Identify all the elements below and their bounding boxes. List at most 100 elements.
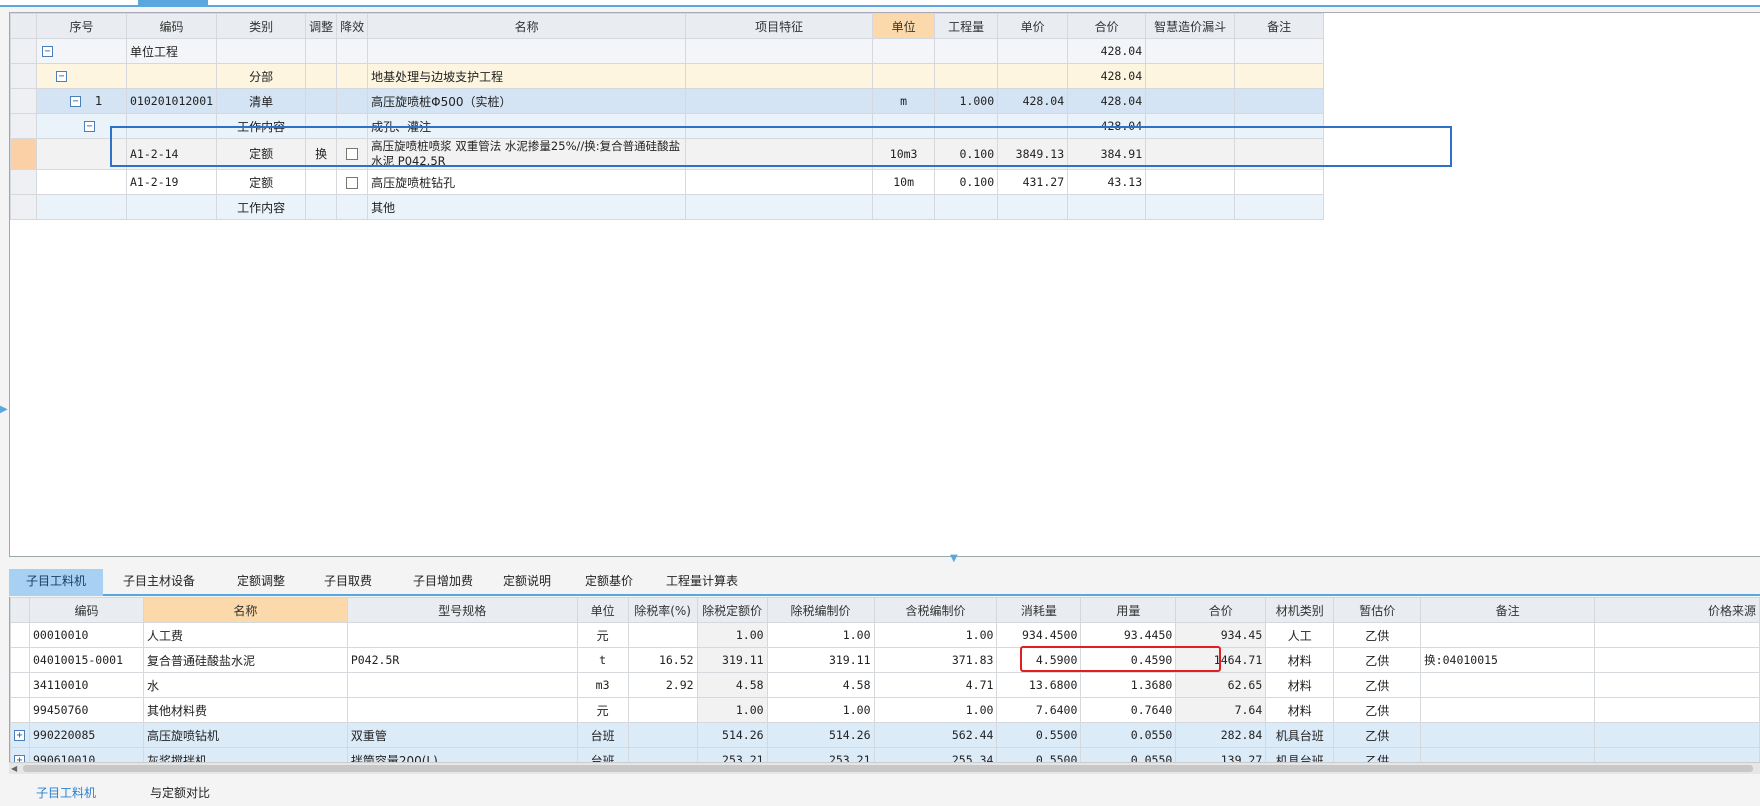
col-header-unit[interactable]: 单位 bbox=[872, 13, 936, 39]
compiled-price-cell[interactable]: 253.21 bbox=[766, 747, 875, 762]
quantity-cell[interactable] bbox=[934, 194, 999, 220]
price-source-cell[interactable] bbox=[1594, 747, 1760, 762]
bottom-tab-quota-compare[interactable]: 与定额对比 bbox=[150, 784, 210, 801]
code-cell[interactable]: 34110010 bbox=[28, 672, 144, 698]
type-cell[interactable]: 工作内容 bbox=[216, 194, 307, 220]
name-cell[interactable]: 成孔、灌注 bbox=[367, 113, 687, 139]
adjust-cell[interactable] bbox=[305, 194, 338, 220]
row-header[interactable]: + bbox=[10, 747, 30, 762]
col-header-feature[interactable]: 项目特征 bbox=[685, 13, 874, 39]
tax-included-price-cell[interactable]: 562.44 bbox=[873, 722, 998, 748]
feature-cell[interactable] bbox=[685, 169, 874, 195]
total-cell[interactable]: 139.27 bbox=[1175, 747, 1267, 762]
note-cell[interactable] bbox=[1420, 747, 1596, 762]
estimate-cell[interactable]: 乙供 bbox=[1333, 697, 1422, 723]
col-header-note[interactable]: 备注 bbox=[1420, 597, 1596, 623]
price-source-cell[interactable] bbox=[1594, 622, 1760, 648]
code-cell[interactable]: 单位工程 bbox=[125, 38, 218, 64]
total-cell[interactable]: 934.45 bbox=[1175, 622, 1267, 648]
usage-cell[interactable]: 0.7640 bbox=[1080, 697, 1177, 723]
name-cell[interactable]: 水 bbox=[142, 672, 348, 698]
col-header-code[interactable]: 编码 bbox=[28, 597, 144, 623]
col-header-total[interactable]: 合价 bbox=[1067, 13, 1147, 39]
usage-cell[interactable]: 0.4590 bbox=[1080, 647, 1177, 673]
name-cell[interactable]: 复合普通硅酸盐水泥 bbox=[142, 647, 348, 673]
price-source-cell[interactable] bbox=[1594, 672, 1760, 698]
code-cell[interactable]: A1-2-19 bbox=[125, 169, 218, 195]
col-header-funnel[interactable]: 智慧造价漏斗 bbox=[1145, 13, 1236, 39]
price-source-cell[interactable] bbox=[1594, 647, 1760, 673]
row-header[interactable] bbox=[10, 88, 37, 114]
expand-icon[interactable]: + bbox=[14, 730, 25, 741]
category-cell[interactable]: 材料 bbox=[1265, 647, 1335, 673]
total-cell[interactable]: 428.04 bbox=[1067, 88, 1147, 114]
note-cell[interactable] bbox=[1420, 622, 1596, 648]
tax-rate-cell[interactable]: 16.52 bbox=[627, 647, 698, 673]
type-cell[interactable] bbox=[216, 38, 307, 64]
unit-cell[interactable]: 元 bbox=[576, 697, 629, 723]
resource-grid[interactable]: 编码 名称 型号规格 单位 除税率(%) 除税定额价 除税编制价 含税编制价 消… bbox=[9, 597, 1760, 762]
col-header-seq[interactable]: 序号 bbox=[36, 13, 127, 39]
quantity-cell[interactable]: 1.000 bbox=[934, 88, 999, 114]
horizontal-scrollbar[interactable]: ◀ bbox=[9, 762, 1760, 774]
type-cell[interactable]: 定额 bbox=[216, 138, 307, 170]
compiled-price-cell[interactable]: 1.00 bbox=[766, 697, 875, 723]
table-row[interactable]: 工作内容 其他 bbox=[10, 194, 1325, 220]
expand-left-icon[interactable]: ▶ bbox=[0, 401, 8, 419]
funnel-cell[interactable] bbox=[1145, 38, 1236, 64]
estimate-cell[interactable]: 乙供 bbox=[1333, 672, 1422, 698]
code-cell[interactable]: A1-2-14 bbox=[125, 138, 218, 170]
total-cell[interactable]: 1464.71 bbox=[1175, 647, 1267, 673]
base-price-cell[interactable]: 1.00 bbox=[696, 697, 768, 723]
code-cell[interactable] bbox=[125, 113, 218, 139]
col-header-total[interactable]: 合价 bbox=[1175, 597, 1267, 623]
tab-quota-description[interactable]: 定额说明 bbox=[487, 569, 567, 596]
efficiency-checkbox[interactable] bbox=[346, 148, 359, 160]
feature-cell[interactable] bbox=[685, 113, 874, 139]
usage-cell[interactable]: 1.3680 bbox=[1080, 672, 1177, 698]
note-cell[interactable] bbox=[1234, 38, 1325, 64]
unit-cell[interactable]: m bbox=[872, 88, 936, 114]
funnel-cell[interactable] bbox=[1145, 169, 1236, 195]
col-header-note[interactable]: 备注 bbox=[1234, 13, 1325, 39]
total-cell[interactable]: 43.13 bbox=[1067, 169, 1147, 195]
col-header-compiled-price[interactable]: 除税编制价 bbox=[766, 597, 875, 623]
name-cell[interactable]: 高压旋喷桩喷浆 双重管法 水泥掺量25%//换:复合普通硅酸盐水泥 P042.5… bbox=[367, 138, 687, 170]
adjust-cell[interactable] bbox=[305, 113, 338, 139]
tax-included-price-cell[interactable]: 371.83 bbox=[873, 647, 998, 673]
row-header[interactable] bbox=[10, 194, 37, 220]
note-cell[interactable] bbox=[1234, 88, 1325, 114]
compiled-price-cell[interactable]: 319.11 bbox=[766, 647, 875, 673]
unit-cell[interactable] bbox=[872, 194, 936, 220]
adjust-cell[interactable] bbox=[305, 88, 338, 114]
note-cell[interactable] bbox=[1234, 194, 1325, 220]
name-cell[interactable] bbox=[367, 38, 687, 64]
row-header[interactable] bbox=[10, 622, 30, 648]
consumption-cell[interactable]: 7.6400 bbox=[996, 697, 1082, 723]
tax-rate-cell[interactable]: 2.92 bbox=[627, 672, 698, 698]
unit-cell[interactable]: 台班 bbox=[576, 747, 629, 762]
row-header[interactable] bbox=[10, 63, 37, 89]
row-header[interactable] bbox=[10, 38, 37, 64]
col-header-quantity[interactable]: 工程量 bbox=[934, 13, 999, 39]
col-header-category[interactable]: 材机类别 bbox=[1265, 597, 1335, 623]
col-header-name[interactable]: 名称 bbox=[367, 13, 687, 39]
code-cell[interactable]: 990220085 bbox=[28, 722, 144, 748]
total-cell[interactable]: 428.04 bbox=[1067, 113, 1147, 139]
tax-included-price-cell[interactable]: 1.00 bbox=[873, 622, 998, 648]
feature-cell[interactable] bbox=[685, 138, 874, 170]
quantity-cell[interactable]: 0.100 bbox=[934, 169, 999, 195]
price-cell[interactable] bbox=[997, 113, 1069, 139]
code-cell[interactable]: 010201012001 bbox=[125, 88, 218, 114]
col-header-type[interactable]: 类别 bbox=[216, 13, 307, 39]
table-row[interactable]: − 工作内容 成孔、灌注 428.04 bbox=[10, 113, 1325, 139]
col-header-name[interactable]: 名称 bbox=[142, 597, 348, 623]
base-price-cell[interactable]: 4.58 bbox=[696, 672, 768, 698]
adjust-cell[interactable] bbox=[305, 38, 338, 64]
table-row[interactable]: A1-2-19 定额 高压旋喷桩钻孔 10m 0.100 431.27 43.1… bbox=[10, 169, 1325, 195]
col-header-efficiency[interactable]: 降效 bbox=[336, 13, 369, 39]
quantity-cell[interactable]: 0.100 bbox=[934, 138, 999, 170]
category-cell[interactable]: 机具台班 bbox=[1265, 722, 1335, 748]
code-cell[interactable]: 04010015-0001 bbox=[28, 647, 144, 673]
collapse-icon[interactable]: − bbox=[70, 96, 81, 107]
